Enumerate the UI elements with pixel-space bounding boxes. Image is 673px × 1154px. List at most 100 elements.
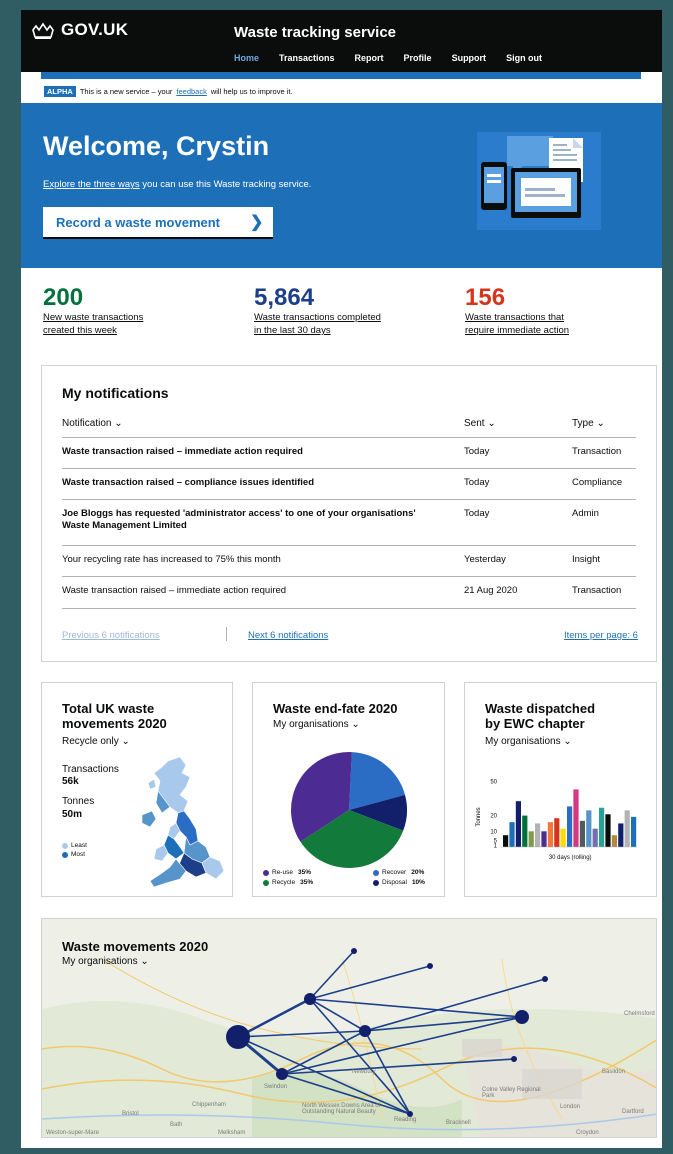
stat-label-line: created this week [43, 324, 117, 336]
phase-banner: ALPHA This is a new service – your feedb… [44, 86, 293, 97]
sort-sent-header[interactable]: Sent ⌄ [464, 418, 496, 429]
notification-text: Waste transaction raised – immediate act… [62, 585, 287, 596]
recycle-filter-dropdown[interactable]: Recycle only ⌄ [62, 736, 130, 747]
bar[interactable] [535, 823, 541, 847]
y-tick-label: 20 [490, 814, 497, 820]
organisations-filter-dropdown[interactable]: My organisations ⌄ [62, 956, 208, 967]
uk-map[interactable] [140, 755, 228, 890]
bar[interactable] [611, 835, 617, 847]
notification-type: Compliance [572, 477, 623, 488]
table-divider [62, 608, 636, 609]
legend-disposal: Disposal 10% [373, 879, 425, 886]
record-waste-movement-button[interactable]: Record a waste movement ❯ [43, 207, 273, 237]
bar[interactable] [573, 789, 579, 847]
organisations-filter-dropdown[interactable]: My organisations ⌄ [273, 719, 360, 730]
table-row[interactable]: Your recycling rate has increased to 75%… [62, 545, 636, 576]
bar[interactable] [631, 816, 637, 847]
ewc-bar-chart[interactable]: Tonnes 15 10 20 50 30 days (rolling) [473, 771, 649, 877]
stat-value: 156 [465, 284, 506, 311]
govuk-header: GOV.UK Waste tracking service Home Trans… [21, 10, 662, 72]
card-title: Total UK waste movements 2020 [62, 701, 167, 732]
bar[interactable] [592, 828, 598, 847]
map-place-label: Bracknell [446, 1120, 471, 1126]
crown-icon [32, 22, 54, 39]
bar[interactable] [624, 810, 630, 847]
legend-swatch [62, 842, 68, 849]
bar[interactable] [579, 820, 585, 847]
feedback-link[interactable]: feedback [176, 87, 206, 96]
stat-link[interactable]: New waste transactions created this week [43, 312, 243, 338]
bar[interactable] [618, 823, 624, 847]
notification-text: Joe Bloggs has requested 'administrator … [62, 508, 416, 532]
notifications-card: My notifications Notification ⌄ Sent ⌄ T… [41, 365, 657, 662]
movements-title-box: Waste movements 2020 My organisations ⌄ [62, 939, 208, 967]
bar[interactable] [547, 822, 553, 847]
bar[interactable] [509, 822, 515, 847]
waste-dispatched-card: Waste dispatched by EWC chapter My organi… [464, 682, 657, 897]
end-fate-pie-chart[interactable] [289, 750, 409, 870]
legend-label: Recover [382, 869, 407, 876]
y-tick-label: 1 [494, 844, 498, 850]
bar[interactable] [560, 828, 566, 847]
sort-type-header[interactable]: Type ⌄ [572, 418, 605, 429]
devices-illustration [477, 132, 601, 230]
map-place-label: Melksham [218, 1130, 246, 1136]
bar[interactable] [503, 835, 509, 847]
bar[interactable] [522, 815, 528, 847]
bar[interactable] [605, 814, 611, 847]
explore-link[interactable]: Explore the three ways [43, 179, 140, 190]
stat-value: 200 [43, 284, 84, 311]
stat-label-line: New waste transactions [43, 312, 144, 323]
legend-value: 35% [297, 869, 311, 876]
stat-link[interactable]: Waste transactions completed in the last … [254, 312, 454, 338]
bar[interactable] [554, 818, 560, 847]
service-name[interactable]: Waste tracking service [234, 24, 396, 41]
record-waste-movement-label: Record a waste movement [56, 214, 221, 230]
table-row[interactable]: Waste transaction raised – immediate act… [62, 437, 636, 468]
nav-item-report[interactable]: Report [355, 53, 384, 63]
bar[interactable] [599, 807, 605, 847]
legend-label: Most [71, 851, 86, 858]
map-place-label: Colne Valley Regional Park [482, 1087, 541, 1099]
header-underline [41, 72, 641, 79]
organisations-filter-dropdown[interactable]: My organisations ⌄ [485, 736, 572, 747]
nav-item-sign-out[interactable]: Sign out [506, 53, 542, 63]
items-per-page-link[interactable]: Items per page: 6 [564, 630, 638, 641]
bar[interactable] [567, 806, 573, 847]
bar[interactable] [541, 831, 547, 847]
bar[interactable] [528, 831, 534, 847]
previous-notifications-link[interactable]: Previous 6 notifications [62, 630, 160, 641]
nav-item-transactions[interactable]: Transactions [279, 53, 335, 63]
bar[interactable] [515, 801, 521, 847]
waste-end-fate-card: Waste end-fate 2020 My organisations ⌄ R… [252, 682, 445, 897]
notification-text: Waste transaction raised – immediate act… [62, 446, 303, 457]
legend-label: Least [71, 842, 87, 849]
card-title-line: Waste dispatched [485, 701, 596, 716]
sort-notification-header[interactable]: Notification ⌄ [62, 418, 123, 429]
phase-tag: ALPHA [44, 86, 76, 97]
waste-movements-card: Bristol Bath Chippenham Swindon Reading … [41, 918, 657, 1138]
map-place-label: Basildon [602, 1069, 626, 1075]
table-row[interactable]: Joe Bloggs has requested 'administrator … [62, 499, 636, 545]
notifications-title: My notifications [62, 385, 169, 401]
nav-item-support[interactable]: Support [452, 53, 487, 63]
table-row[interactable]: Waste transaction raised – compliance is… [62, 468, 636, 499]
stat-immediate-action: 156 Waste transactions that require immed… [465, 286, 662, 338]
legend-swatch [263, 869, 269, 876]
govuk-logo[interactable]: GOV.UK [61, 20, 128, 40]
bar[interactable] [586, 810, 592, 847]
chevron-right-icon: ❯ [250, 214, 264, 231]
stat-label-line: Waste transactions that [465, 312, 564, 323]
nav-item-profile[interactable]: Profile [404, 53, 432, 63]
next-notifications-link[interactable]: Next 6 notifications [248, 630, 328, 641]
tonnes-label: Tonnes [62, 796, 95, 807]
legend-recover: Recover 20% [373, 869, 424, 876]
stat-link[interactable]: Waste transactions that require immediate… [465, 312, 662, 338]
table-row[interactable]: Waste transaction raised – immediate act… [62, 576, 636, 607]
nav-item-home[interactable]: Home [234, 53, 259, 63]
map-place-label: North Wessex Downs Area of Outstanding N… [302, 1103, 381, 1115]
legend-value: 20% [411, 869, 425, 876]
stat-label-line: in the last 30 days [254, 324, 331, 336]
card-title: Waste dispatched by EWC chapter [485, 701, 596, 732]
pagination-divider [226, 627, 227, 641]
